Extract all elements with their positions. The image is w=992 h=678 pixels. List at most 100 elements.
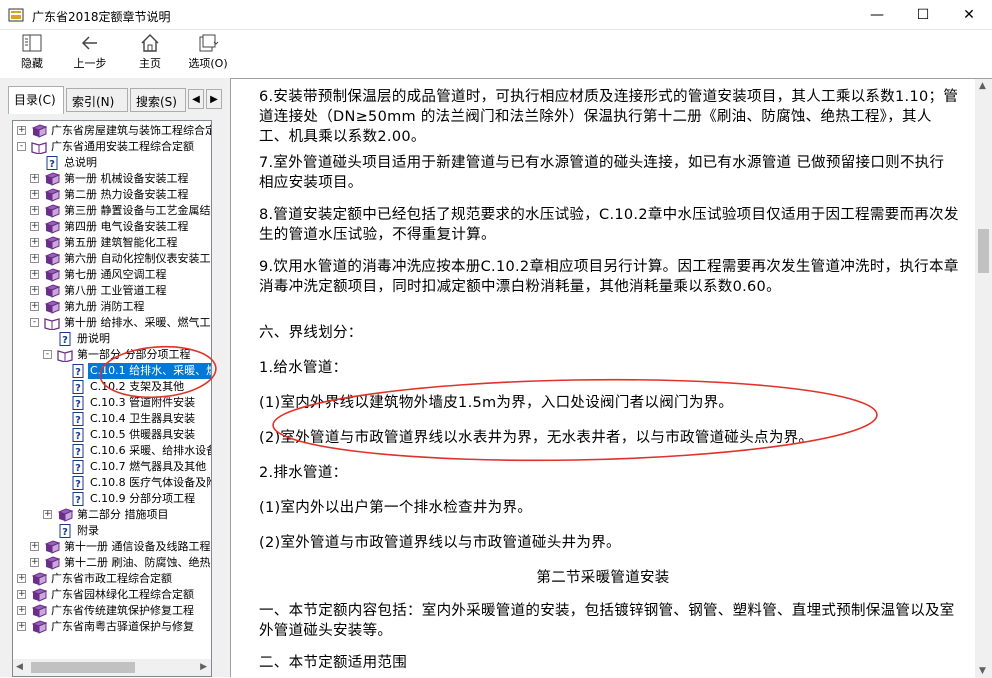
tree-item[interactable]: ? 附录 (13, 523, 211, 539)
toolbar: 隐藏 上一步 主页 选项(O) (0, 30, 992, 76)
svg-text:?: ? (62, 335, 68, 346)
open-book-icon (31, 142, 47, 154)
tree-item[interactable]: + 第十一册 通信设备及线路工程 (13, 539, 211, 555)
scroll-left-icon[interactable]: ◀ (16, 662, 23, 672)
minimize-icon: — (870, 7, 884, 23)
collapse-icon[interactable]: - (43, 350, 52, 359)
svg-text:?: ? (75, 447, 81, 458)
expand-icon[interactable]: + (30, 222, 39, 231)
help-page-icon: ? (72, 396, 84, 410)
help-page-icon: ? (72, 428, 84, 442)
scroll-right-icon[interactable]: ▶ (200, 662, 207, 672)
tree-item-label: 第二册 热力设备安装工程 (64, 188, 189, 201)
tree-item[interactable]: + 第二册 热力设备安装工程 (13, 187, 211, 203)
tree-item[interactable]: ? 册说明 (13, 331, 211, 347)
tree-item[interactable]: ? C.10.7 燃气器具及其他 (13, 459, 211, 475)
drainage-item-2: (2)室外管道与市政管道界线以与市政管道碰头井为界。 (259, 535, 621, 551)
tree-horizontal-scrollbar[interactable]: ◀ ▶ (13, 659, 211, 676)
hide-label: 隐藏 (21, 57, 43, 70)
tree-item[interactable]: + 广东省传统建筑保护修复工程 (13, 603, 211, 619)
collapse-icon[interactable]: - (30, 318, 39, 327)
tab-scroll-left-icon[interactable]: ◀ (188, 89, 204, 109)
closed-book-icon (44, 204, 60, 218)
hide-pane-icon (22, 34, 42, 52)
tree-item[interactable]: + 第四册 电气设备安装工程 (13, 219, 211, 235)
tree-item[interactable]: ? C.10.5 供暖器具安装 (13, 427, 211, 443)
options-icon (199, 34, 219, 52)
tree-item[interactable]: ? C.10.4 卫生器具安装 (13, 411, 211, 427)
tree-item[interactable]: + 广东省南粤古驿道保护与修复 (13, 619, 211, 635)
expand-icon[interactable]: + (30, 558, 39, 567)
home-button[interactable]: 主页 (132, 32, 168, 74)
tree-item[interactable]: + 第六册 自动化控制仪表安装工程 (13, 251, 211, 267)
expand-icon[interactable]: + (30, 190, 39, 199)
tree-item[interactable]: + 广东省房屋建筑与装饰工程综合定额 (13, 123, 211, 139)
expand-icon[interactable]: + (30, 542, 39, 551)
tree-item[interactable]: + 广东省园林绿化工程综合定额 (13, 587, 211, 603)
tree-item[interactable]: - 第十册 给排水、采暖、燃气工程 (13, 315, 211, 331)
expand-icon[interactable]: + (17, 574, 26, 583)
tree-item[interactable]: ? 总说明 (13, 155, 211, 171)
expand-icon[interactable]: + (30, 206, 39, 215)
tree-item[interactable]: ? C.10.8 医疗气体设备及附件 (13, 475, 211, 491)
content-scroll-thumb[interactable] (978, 229, 989, 273)
tree-item-label: C.10.3 管道附件安装 (90, 396, 196, 409)
tree-item[interactable]: - 第一部分 分部分项工程 (13, 347, 211, 363)
expand-icon[interactable]: + (17, 590, 26, 599)
tree-item[interactable]: ? C.10.6 采暖、给排水设备 (13, 443, 211, 459)
closed-book-icon (31, 572, 47, 586)
svg-text:?: ? (75, 367, 81, 378)
tree-scroll-thumb[interactable] (31, 662, 135, 673)
close-button[interactable]: ✕ (946, 0, 992, 30)
closed-book-icon (31, 124, 47, 138)
expand-icon[interactable]: + (43, 510, 52, 519)
maximize-button[interactable]: ☐ (900, 0, 946, 30)
hide-button[interactable]: 隐藏 (14, 32, 50, 74)
water-supply-item-2: (2)室外管道与市政管道界线以水表井为界，无水表井者，以与市政管道碰头点为界。 (259, 430, 814, 446)
tree-item[interactable]: + 第七册 通风空调工程 (13, 267, 211, 283)
tree-item[interactable]: + 第一册 机械设备安装工程 (13, 171, 211, 187)
tree-item[interactable]: ? C.10.9 分部分项工程 (13, 491, 211, 507)
minimize-button[interactable]: — (854, 0, 900, 30)
closed-book-icon (44, 268, 60, 282)
closed-book-icon (44, 236, 60, 250)
tree-item[interactable]: ? C.10.2 支架及其他 (13, 379, 211, 395)
tree-item[interactable]: + 第八册 工业管道工程 (13, 283, 211, 299)
back-button[interactable]: 上一步 (68, 32, 112, 74)
options-button[interactable]: 选项(O) (184, 32, 232, 74)
svg-text:?: ? (49, 159, 55, 170)
tree-item[interactable]: + 广东省市政工程综合定额 (13, 571, 211, 587)
tree-item[interactable]: ? C.10.3 管道附件安装 (13, 395, 211, 411)
expand-icon[interactable]: + (17, 622, 26, 631)
tab-index[interactable]: 索引(N) (66, 88, 128, 112)
expand-icon[interactable]: + (30, 254, 39, 263)
closed-book-icon (44, 300, 60, 314)
tree-item[interactable]: + 第九册 消防工程 (13, 299, 211, 315)
expand-icon[interactable]: + (30, 238, 39, 247)
expand-icon[interactable]: + (30, 270, 39, 279)
paragraph-9: 9.饮用水管道的消毒冲洗应按本册C.10.2章相应项目另行计算。因工程需要再次发… (259, 259, 959, 295)
tab-scroll-right-icon[interactable]: ▶ (206, 89, 222, 109)
svg-text:?: ? (75, 463, 81, 474)
expand-icon[interactable]: + (30, 286, 39, 295)
tree-item[interactable]: - 广东省通用安装工程综合定额 (13, 139, 211, 155)
scroll-down-icon[interactable]: ▼ (979, 666, 986, 676)
collapse-icon[interactable]: - (17, 142, 26, 151)
tree-item[interactable]: + 第二部分 措施项目 (13, 507, 211, 523)
expand-icon[interactable]: + (30, 302, 39, 311)
tree-item-label: 总说明 (64, 156, 97, 169)
tree-item-label: 第十二册 刷油、防腐蚀、绝热工程 (64, 556, 211, 569)
tree-item[interactable]: + 第十二册 刷油、防腐蚀、绝热工程 (13, 555, 211, 571)
content-vertical-scrollbar[interactable]: ▲ ▼ (975, 79, 992, 678)
tab-contents[interactable]: 目录(C) (8, 86, 64, 114)
tree-item[interactable]: ? C.10.1 给排水、采暖、燃气管道 (13, 363, 211, 379)
home-label: 主页 (139, 57, 161, 70)
expand-icon[interactable]: + (30, 174, 39, 183)
drainage-item-1: (1)室内外以出户第一个排水检查井为界。 (259, 500, 533, 516)
tree-item[interactable]: + 第三册 静置设备与工艺金属结构 (13, 203, 211, 219)
expand-icon[interactable]: + (17, 126, 26, 135)
scroll-up-icon[interactable]: ▲ (979, 81, 986, 91)
tab-search[interactable]: 搜索(S) (130, 88, 186, 112)
tree-item[interactable]: + 第五册 建筑智能化工程 (13, 235, 211, 251)
expand-icon[interactable]: + (17, 606, 26, 615)
